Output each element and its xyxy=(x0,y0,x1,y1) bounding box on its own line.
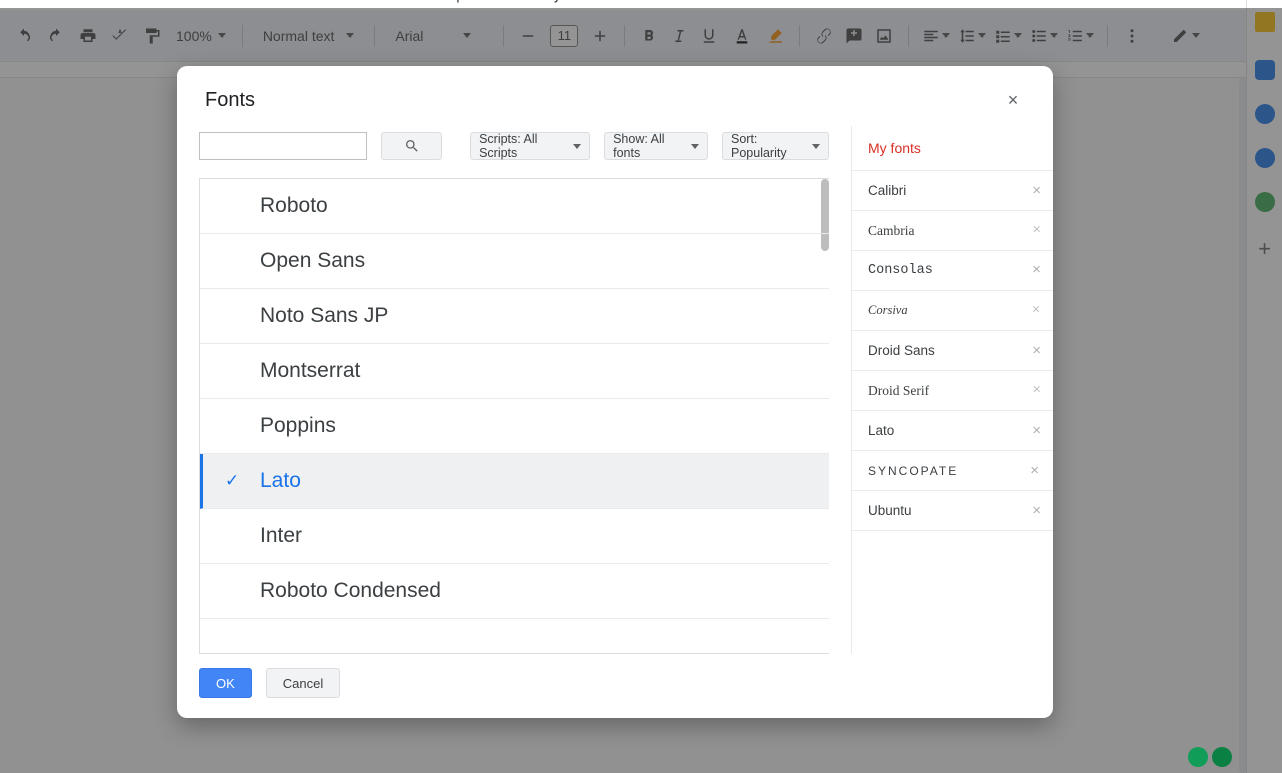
font-name-label: Lato xyxy=(260,469,301,493)
my-font-item[interactable]: Droid Sans × xyxy=(852,331,1053,371)
menu-view[interactable]: View xyxy=(111,0,139,3)
explore-badge-icon[interactable] xyxy=(1188,747,1208,767)
search-button[interactable] xyxy=(381,132,442,160)
my-font-label: Syncopate xyxy=(868,464,958,478)
my-font-item[interactable]: Ubuntu × xyxy=(852,491,1053,531)
sort-filter[interactable]: Sort: Popularity xyxy=(722,132,829,160)
show-filter[interactable]: Show: All fonts xyxy=(604,132,708,160)
my-font-item[interactable]: Syncopate × xyxy=(852,451,1053,491)
ok-button[interactable]: OK xyxy=(199,668,252,698)
menu-insert[interactable]: Insert xyxy=(165,0,198,3)
font-option[interactable]: Montserrat xyxy=(200,344,829,399)
my-font-label: Ubuntu xyxy=(868,503,912,518)
fonts-dialog: Fonts × Scripts: All Scripts Show: All f… xyxy=(177,66,1053,718)
font-option[interactable]: Inter xyxy=(200,509,829,564)
font-name-label: Open Sans xyxy=(260,249,365,273)
font-option[interactable]: Roboto Condensed xyxy=(200,564,829,619)
my-font-item[interactable]: Droid Serif × xyxy=(852,371,1053,411)
font-name-label: Inter xyxy=(260,524,302,548)
chevron-down-icon xyxy=(812,144,820,149)
font-option[interactable]: Poppins xyxy=(200,399,829,454)
my-font-label: Calibri xyxy=(868,183,906,198)
remove-font-button[interactable]: × xyxy=(1032,502,1041,519)
remove-font-button[interactable]: × xyxy=(1032,262,1041,279)
font-name-label: Noto Sans JP xyxy=(260,304,388,328)
dialog-title: Fonts xyxy=(205,89,255,112)
font-name-label: Roboto Condensed xyxy=(260,579,441,603)
my-font-label: Corsiva xyxy=(868,303,908,318)
font-option[interactable]: ✓ Lato xyxy=(200,454,829,509)
font-list[interactable]: Roboto Open Sans Noto Sans JP Montserrat Pop… xyxy=(199,178,829,654)
check-icon: ✓ xyxy=(225,471,239,491)
menu-accessibility[interactable]: Accessibility xyxy=(490,0,561,3)
font-option[interactable]: Open Sans xyxy=(200,234,829,289)
my-font-label: Droid Sans xyxy=(868,343,935,358)
my-fonts-header: My fonts xyxy=(852,126,1053,171)
my-fonts-list: Calibri×Cambria×Consolas×Corsiva×Droid S… xyxy=(852,171,1053,531)
remove-font-button[interactable]: × xyxy=(1032,422,1041,439)
scripts-filter[interactable]: Scripts: All Scripts xyxy=(470,132,590,160)
my-font-label: Droid Serif xyxy=(868,383,929,399)
font-search-input[interactable] xyxy=(199,132,367,160)
close-button[interactable]: × xyxy=(1001,88,1025,112)
cancel-button[interactable]: Cancel xyxy=(266,668,340,698)
my-font-item[interactable]: Lato × xyxy=(852,411,1053,451)
remove-font-button[interactable]: × xyxy=(1033,382,1041,399)
chevron-down-icon xyxy=(691,144,699,149)
my-font-item[interactable]: Calibri × xyxy=(852,171,1053,211)
font-name-label: Montserrat xyxy=(260,359,360,383)
my-font-item[interactable]: Cambria × xyxy=(852,211,1053,251)
floating-badges xyxy=(1188,747,1232,767)
menu-format[interactable]: Format xyxy=(224,0,265,3)
remove-font-button[interactable]: × xyxy=(1032,342,1041,359)
font-name-label: Roboto xyxy=(260,194,328,218)
chevron-down-icon xyxy=(573,144,581,149)
show-label: Show: All fonts xyxy=(613,132,685,160)
my-font-item[interactable]: Consolas × xyxy=(852,251,1053,291)
font-option[interactable]: Roboto xyxy=(200,179,829,234)
menu-help[interactable]: Help xyxy=(437,0,464,3)
my-font-label: Lato xyxy=(868,423,894,438)
menu-tools[interactable]: Tools xyxy=(291,0,321,3)
scripts-label: Scripts: All Scripts xyxy=(479,132,567,160)
remove-font-button[interactable]: × xyxy=(1030,462,1041,479)
grammarly-badge-icon[interactable] xyxy=(1212,747,1232,767)
sort-label: Sort: Popularity xyxy=(731,132,806,160)
font-option[interactable]: Noto Sans JP xyxy=(200,289,829,344)
my-font-label: Cambria xyxy=(868,223,915,239)
font-name-label: Poppins xyxy=(260,414,336,438)
menu-file[interactable]: File xyxy=(16,0,37,3)
menu-extensions[interactable]: Extensions xyxy=(347,0,411,3)
my-font-label: Consolas xyxy=(868,263,933,278)
remove-font-button[interactable]: × xyxy=(1033,222,1041,239)
menu-edit[interactable]: Edit xyxy=(63,0,85,3)
remove-font-button[interactable]: × xyxy=(1032,182,1041,199)
my-font-item[interactable]: Corsiva × xyxy=(852,291,1053,331)
remove-font-button[interactable]: × xyxy=(1031,302,1041,319)
